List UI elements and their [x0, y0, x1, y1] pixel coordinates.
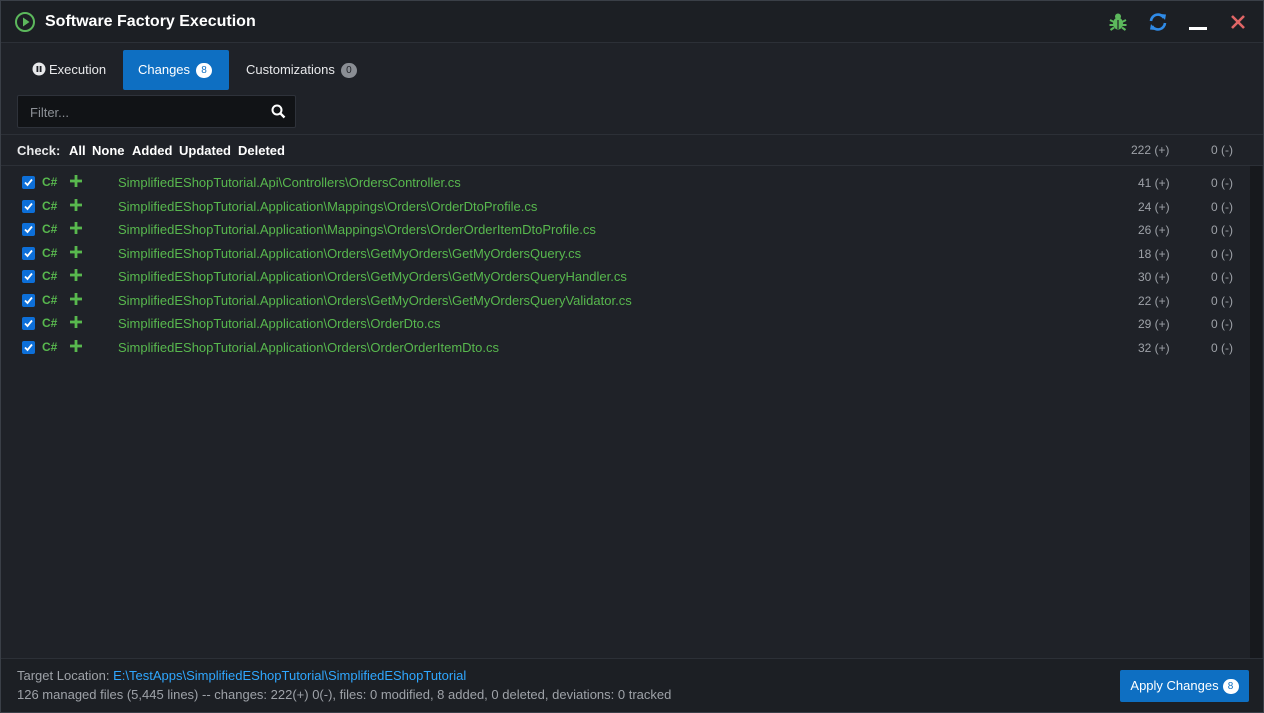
check-all-link[interactable]: All: [69, 143, 86, 158]
added-plus-icon: [70, 245, 82, 258]
lines-deleted-count: 0 (-): [1211, 270, 1233, 284]
lines-added-count: 22 (+): [1138, 293, 1170, 308]
close-icon[interactable]: [1227, 11, 1249, 33]
csharp-icon: C#: [42, 198, 58, 213]
play-icon: [15, 12, 35, 32]
file-checkbox[interactable]: [22, 270, 35, 283]
csharp-icon: C#: [42, 222, 58, 236]
total-added-count: 222 (+): [1131, 143, 1170, 157]
file-path[interactable]: SimplifiedEShopTutorial.Api\Controllers\…: [118, 175, 461, 190]
lines-added-count: 24 (+): [1138, 199, 1170, 214]
lines-deleted-count: 0 (-): [1211, 317, 1233, 331]
filter-input[interactable]: [18, 96, 272, 129]
window-title: Software Factory Execution: [45, 13, 256, 30]
file-path[interactable]: SimplifiedEShopTutorial.Application\Orde…: [118, 269, 627, 284]
lines-added-count: 30 (+): [1138, 270, 1170, 284]
apply-count-badge: 8: [1222, 679, 1239, 695]
lines-added-count: 32 (+): [1138, 340, 1170, 355]
lines-deleted-count: 0 (-): [1211, 246, 1233, 261]
file-checkbox[interactable]: [22, 223, 35, 236]
file-checkbox[interactable]: [22, 176, 35, 189]
customizations-count-badge: 0: [340, 63, 357, 79]
file-path[interactable]: SimplifiedEShopTutorial.Application\Orde…: [118, 316, 441, 331]
added-plus-icon: [70, 222, 82, 234]
lines-added-count: 18 (+): [1138, 246, 1170, 261]
divider: [1, 165, 1263, 166]
added-plus-icon: [70, 316, 82, 328]
added-plus-icon: [70, 175, 82, 187]
tab-changes[interactable]: Changes 8: [123, 50, 229, 90]
lines-added-count: 29 (+): [1138, 317, 1170, 331]
tab-changes-label: Changes: [138, 62, 191, 77]
csharp-icon: C#: [42, 316, 58, 330]
tab-execution[interactable]: Execution: [17, 50, 121, 90]
tab-customizations-label: Customizations: [246, 62, 335, 77]
file-checkbox[interactable]: [22, 199, 35, 213]
tab-bar: Execution Changes 8 Customizations 0: [1, 43, 1263, 93]
file-row[interactable]: C# SimplifiedEShopTutorial.Application\Or…: [1, 242, 1249, 265]
search-icon[interactable]: [271, 104, 286, 119]
added-plus-icon: [70, 269, 82, 281]
tab-execution-label: Execution: [49, 62, 107, 77]
check-none-link[interactable]: None: [92, 143, 125, 158]
lines-deleted-count: 0 (-): [1211, 293, 1233, 308]
minimize-icon[interactable]: [1187, 11, 1209, 33]
target-location: Target Location: E:\TestApps\SimplifiedE…: [17, 668, 466, 683]
tab-customizations[interactable]: Customizations 0: [231, 50, 372, 90]
check-added-link[interactable]: Added: [132, 143, 172, 158]
csharp-icon: C#: [42, 292, 58, 307]
added-plus-icon: [70, 292, 82, 305]
target-location-link[interactable]: E:\TestApps\SimplifiedEShopTutorial\Simp…: [113, 668, 466, 683]
debug-icon[interactable]: [1107, 11, 1129, 33]
file-checkbox[interactable]: [22, 246, 35, 260]
check-deleted-link[interactable]: Deleted: [238, 143, 285, 158]
file-path[interactable]: SimplifiedEShopTutorial.Application\Orde…: [118, 246, 581, 261]
added-plus-icon: [70, 198, 82, 211]
lines-added-count: 41 (+): [1138, 176, 1170, 190]
lines-deleted-count: 0 (-): [1211, 223, 1233, 237]
scrollbar[interactable]: [1250, 166, 1262, 658]
file-path[interactable]: SimplifiedEShopTutorial.Application\Mapp…: [118, 222, 596, 237]
file-row[interactable]: C# SimplifiedEShopTutorial.Application\Or…: [1, 312, 1249, 335]
file-row[interactable]: C# SimplifiedEShopTutorial.Application\Or…: [1, 336, 1249, 359]
changes-count-badge: 8: [196, 63, 213, 79]
file-checkbox[interactable]: [22, 340, 35, 354]
lines-deleted-count: 0 (-): [1211, 199, 1233, 214]
file-checkbox[interactable]: [22, 293, 35, 307]
lines-deleted-count: 0 (-): [1211, 176, 1233, 190]
file-row[interactable]: C# SimplifiedEShopTutorial.Application\Ma…: [1, 218, 1249, 241]
software-factory-window: Software Factory Execution Execution Cha…: [0, 0, 1264, 713]
apply-changes-button[interactable]: Apply Changes 8: [1120, 670, 1249, 702]
target-location-label: Target Location:: [17, 668, 110, 683]
check-label: Check:: [17, 143, 61, 158]
file-path[interactable]: SimplifiedEShopTutorial.Application\Orde…: [118, 293, 632, 308]
lines-added-count: 26 (+): [1138, 223, 1170, 237]
added-plus-icon: [70, 339, 82, 352]
file-path[interactable]: SimplifiedEShopTutorial.Application\Mapp…: [118, 199, 537, 214]
check-bar: Check: All None Added Updated Deleted 22…: [1, 135, 1263, 165]
file-row[interactable]: C# SimplifiedEShopTutorial.Application\Or…: [1, 289, 1249, 312]
csharp-icon: C#: [42, 339, 58, 354]
csharp-icon: C#: [42, 245, 58, 260]
csharp-icon: C#: [42, 269, 58, 283]
apply-changes-label: Apply Changes: [1130, 678, 1219, 693]
file-path[interactable]: SimplifiedEShopTutorial.Application\Orde…: [118, 340, 499, 355]
total-deleted-count: 0 (-): [1211, 143, 1233, 157]
file-row[interactable]: C# SimplifiedEShopTutorial.Application\Ma…: [1, 195, 1249, 218]
footer: Target Location: E:\TestApps\SimplifiedE…: [1, 659, 1263, 712]
pause-icon: [32, 62, 46, 76]
check-updated-link[interactable]: Updated: [179, 143, 231, 158]
file-checkbox[interactable]: [22, 317, 35, 330]
title-bar: Software Factory Execution: [1, 1, 1263, 43]
refresh-icon[interactable]: [1147, 11, 1169, 33]
lines-deleted-count: 0 (-): [1211, 340, 1233, 355]
status-summary: 126 managed files (5,445 lines) -- chang…: [17, 687, 672, 702]
csharp-icon: C#: [42, 175, 58, 189]
file-row[interactable]: C# SimplifiedEShopTutorial.Api\Controller…: [1, 171, 1249, 194]
filter-box: [17, 95, 296, 129]
file-row[interactable]: C# SimplifiedEShopTutorial.Application\Or…: [1, 265, 1249, 288]
